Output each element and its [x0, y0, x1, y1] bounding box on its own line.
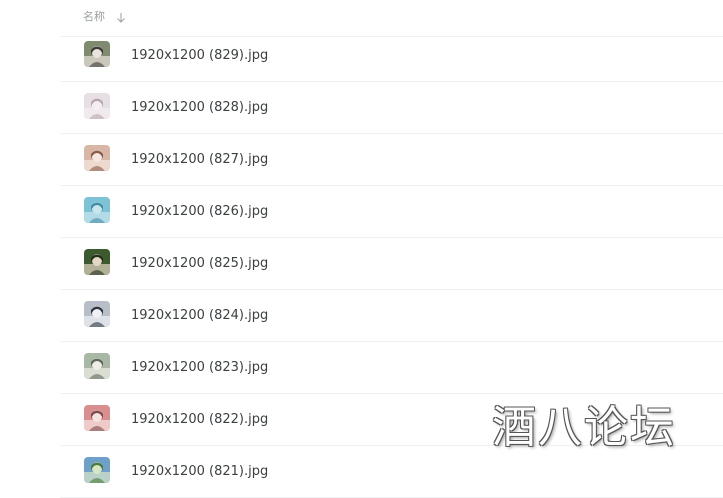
image-thumbnail-icon	[84, 197, 110, 223]
file-row[interactable]: 1920x1200 (823).jpg	[60, 342, 723, 394]
file-name[interactable]: 1920x1200 (826).jpg	[131, 203, 268, 220]
file-name[interactable]: 1920x1200 (823).jpg	[131, 359, 268, 376]
watermark: 酒八论坛	[492, 402, 676, 453]
file-row[interactable]: 1920x1200 (828).jpg	[60, 82, 723, 134]
file-name[interactable]: 1920x1200 (825).jpg	[131, 255, 268, 272]
file-row[interactable]: 1920x1200 (829).jpg	[60, 30, 723, 82]
file-row[interactable]: 1920x1200 (827).jpg	[60, 134, 723, 186]
file-row[interactable]: 1920x1200 (826).jpg	[60, 186, 723, 238]
file-row[interactable]: 1920x1200 (825).jpg	[60, 238, 723, 290]
file-name[interactable]: 1920x1200 (827).jpg	[131, 151, 268, 168]
image-thumbnail-icon	[84, 353, 110, 379]
arrow-down-icon[interactable]	[116, 10, 126, 24]
image-thumbnail-icon	[84, 405, 110, 431]
image-thumbnail-icon	[84, 41, 110, 67]
file-name[interactable]: 1920x1200 (824).jpg	[131, 307, 268, 324]
image-thumbnail-icon	[84, 249, 110, 275]
image-thumbnail-icon	[84, 145, 110, 171]
file-name[interactable]: 1920x1200 (822).jpg	[131, 411, 268, 428]
file-name[interactable]: 1920x1200 (829).jpg	[131, 47, 268, 64]
file-name[interactable]: 1920x1200 (821).jpg	[131, 463, 268, 480]
image-thumbnail-icon	[84, 93, 110, 119]
column-name-header[interactable]: 名称	[83, 10, 105, 24]
file-name[interactable]: 1920x1200 (828).jpg	[131, 99, 268, 116]
image-thumbnail-icon	[84, 457, 110, 483]
file-row[interactable]: 1920x1200 (824).jpg	[60, 290, 723, 342]
image-thumbnail-icon	[84, 301, 110, 327]
